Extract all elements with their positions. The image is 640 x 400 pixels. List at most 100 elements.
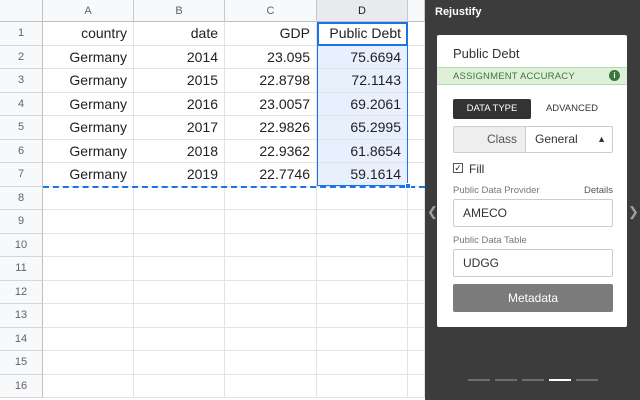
row-header[interactable]: 5 xyxy=(0,116,43,140)
table-cell[interactable]: 2018 xyxy=(134,139,225,163)
table-cell[interactable] xyxy=(43,374,134,398)
table-cell[interactable] xyxy=(225,374,317,398)
chevron-right-icon[interactable]: ❯ xyxy=(628,204,639,220)
table-cell[interactable] xyxy=(43,351,134,375)
column-header[interactable]: A xyxy=(43,0,134,22)
table-cell[interactable] xyxy=(225,304,317,328)
table-cell[interactable] xyxy=(317,257,408,281)
pager-dot[interactable] xyxy=(576,379,598,381)
table-cell[interactable] xyxy=(134,233,225,257)
fill-checkbox[interactable]: ✓ xyxy=(453,163,463,173)
row-header[interactable]: 4 xyxy=(0,92,43,116)
table-cell[interactable] xyxy=(408,327,425,351)
table-cell[interactable]: 23.095 xyxy=(225,45,317,69)
table-cell[interactable] xyxy=(317,304,408,328)
tab-data-type[interactable]: DATA TYPE xyxy=(453,99,531,119)
table-cell[interactable] xyxy=(408,92,425,116)
table-cell[interactable]: 22.9826 xyxy=(225,116,317,140)
table-cell[interactable]: 72.1143 xyxy=(317,69,408,93)
table-cell[interactable]: 59.1614 xyxy=(317,163,408,187)
table-cell[interactable]: Germany xyxy=(43,139,134,163)
class-select[interactable]: General ▲ xyxy=(526,127,612,152)
table-cell[interactable] xyxy=(43,304,134,328)
row-header[interactable]: 11 xyxy=(0,257,43,281)
table-cell[interactable]: 2019 xyxy=(134,163,225,187)
pager-dot[interactable] xyxy=(522,379,544,381)
table-cell[interactable] xyxy=(225,351,317,375)
table-cell[interactable] xyxy=(43,280,134,304)
row-header[interactable]: 13 xyxy=(0,304,43,328)
table-cell[interactable]: Germany xyxy=(43,69,134,93)
table-cell[interactable] xyxy=(134,304,225,328)
table-cell[interactable] xyxy=(225,186,317,210)
table-cell[interactable] xyxy=(43,257,134,281)
row-header[interactable]: 16 xyxy=(0,374,43,398)
table-cell[interactable]: Germany xyxy=(43,92,134,116)
table-input[interactable]: UDGG xyxy=(453,249,613,277)
table-cell[interactable] xyxy=(134,374,225,398)
pager-dot[interactable] xyxy=(549,379,571,381)
table-cell[interactable] xyxy=(43,327,134,351)
table-cell[interactable] xyxy=(317,280,408,304)
table-cell[interactable] xyxy=(317,374,408,398)
row-header[interactable]: 10 xyxy=(0,233,43,257)
table-cell[interactable]: 23.0057 xyxy=(225,92,317,116)
pager-dot[interactable] xyxy=(495,379,517,381)
table-cell[interactable]: 2017 xyxy=(134,116,225,140)
table-cell[interactable] xyxy=(408,45,425,69)
table-cell[interactable] xyxy=(408,374,425,398)
table-cell[interactable]: Germany xyxy=(43,163,134,187)
table-cell[interactable] xyxy=(317,351,408,375)
table-cell[interactable] xyxy=(134,257,225,281)
table-cell[interactable] xyxy=(408,304,425,328)
table-cell[interactable] xyxy=(408,233,425,257)
provider-input[interactable]: AMECO xyxy=(453,199,613,227)
table-cell[interactable] xyxy=(408,351,425,375)
tab-advanced[interactable]: ADVANCED xyxy=(537,99,607,119)
table-cell[interactable] xyxy=(43,186,134,210)
table-cell[interactable]: 2015 xyxy=(134,69,225,93)
row-header[interactable]: 9 xyxy=(0,210,43,234)
column-header[interactable]: D xyxy=(317,0,408,22)
select-all-corner[interactable] xyxy=(0,0,43,22)
table-cell[interactable]: 65.2995 xyxy=(317,116,408,140)
table-cell[interactable] xyxy=(225,233,317,257)
row-header[interactable]: 7 xyxy=(0,163,43,187)
table-cell[interactable] xyxy=(408,186,425,210)
table-cell[interactable] xyxy=(317,327,408,351)
table-cell[interactable]: 22.9362 xyxy=(225,139,317,163)
details-link[interactable]: Details xyxy=(584,185,613,196)
table-cell[interactable] xyxy=(408,280,425,304)
table-cell[interactable] xyxy=(225,280,317,304)
table-cell[interactable]: 2014 xyxy=(134,45,225,69)
table-cell[interactable]: 22.8798 xyxy=(225,69,317,93)
row-header[interactable]: 15 xyxy=(0,351,43,375)
row-header[interactable]: 14 xyxy=(0,327,43,351)
row-header[interactable]: 2 xyxy=(0,45,43,69)
column-header[interactable]: B xyxy=(134,0,225,22)
column-header[interactable]: C xyxy=(225,0,317,22)
metadata-button[interactable]: Metadata xyxy=(453,284,613,312)
fill-handle[interactable] xyxy=(405,183,411,189)
row-header[interactable]: 3 xyxy=(0,69,43,93)
table-cell[interactable] xyxy=(408,69,425,93)
table-cell[interactable] xyxy=(408,116,425,140)
table-cell[interactable] xyxy=(134,327,225,351)
table-cell[interactable] xyxy=(317,233,408,257)
table-cell[interactable] xyxy=(134,351,225,375)
table-cell[interactable] xyxy=(225,257,317,281)
row-header[interactable]: 6 xyxy=(0,139,43,163)
table-cell[interactable] xyxy=(43,210,134,234)
table-cell[interactable] xyxy=(408,139,425,163)
table-cell[interactable] xyxy=(408,257,425,281)
table-cell[interactable]: 2016 xyxy=(134,92,225,116)
table-cell[interactable]: 22.7746 xyxy=(225,163,317,187)
table-cell[interactable] xyxy=(317,186,408,210)
table-cell[interactable] xyxy=(43,233,134,257)
table-cell[interactable]: 75.6694 xyxy=(317,45,408,69)
table-cell[interactable]: Public Debt xyxy=(317,22,408,46)
table-cell[interactable]: Germany xyxy=(43,45,134,69)
table-cell[interactable] xyxy=(134,186,225,210)
table-cell[interactable] xyxy=(408,22,425,46)
table-cell[interactable] xyxy=(225,327,317,351)
